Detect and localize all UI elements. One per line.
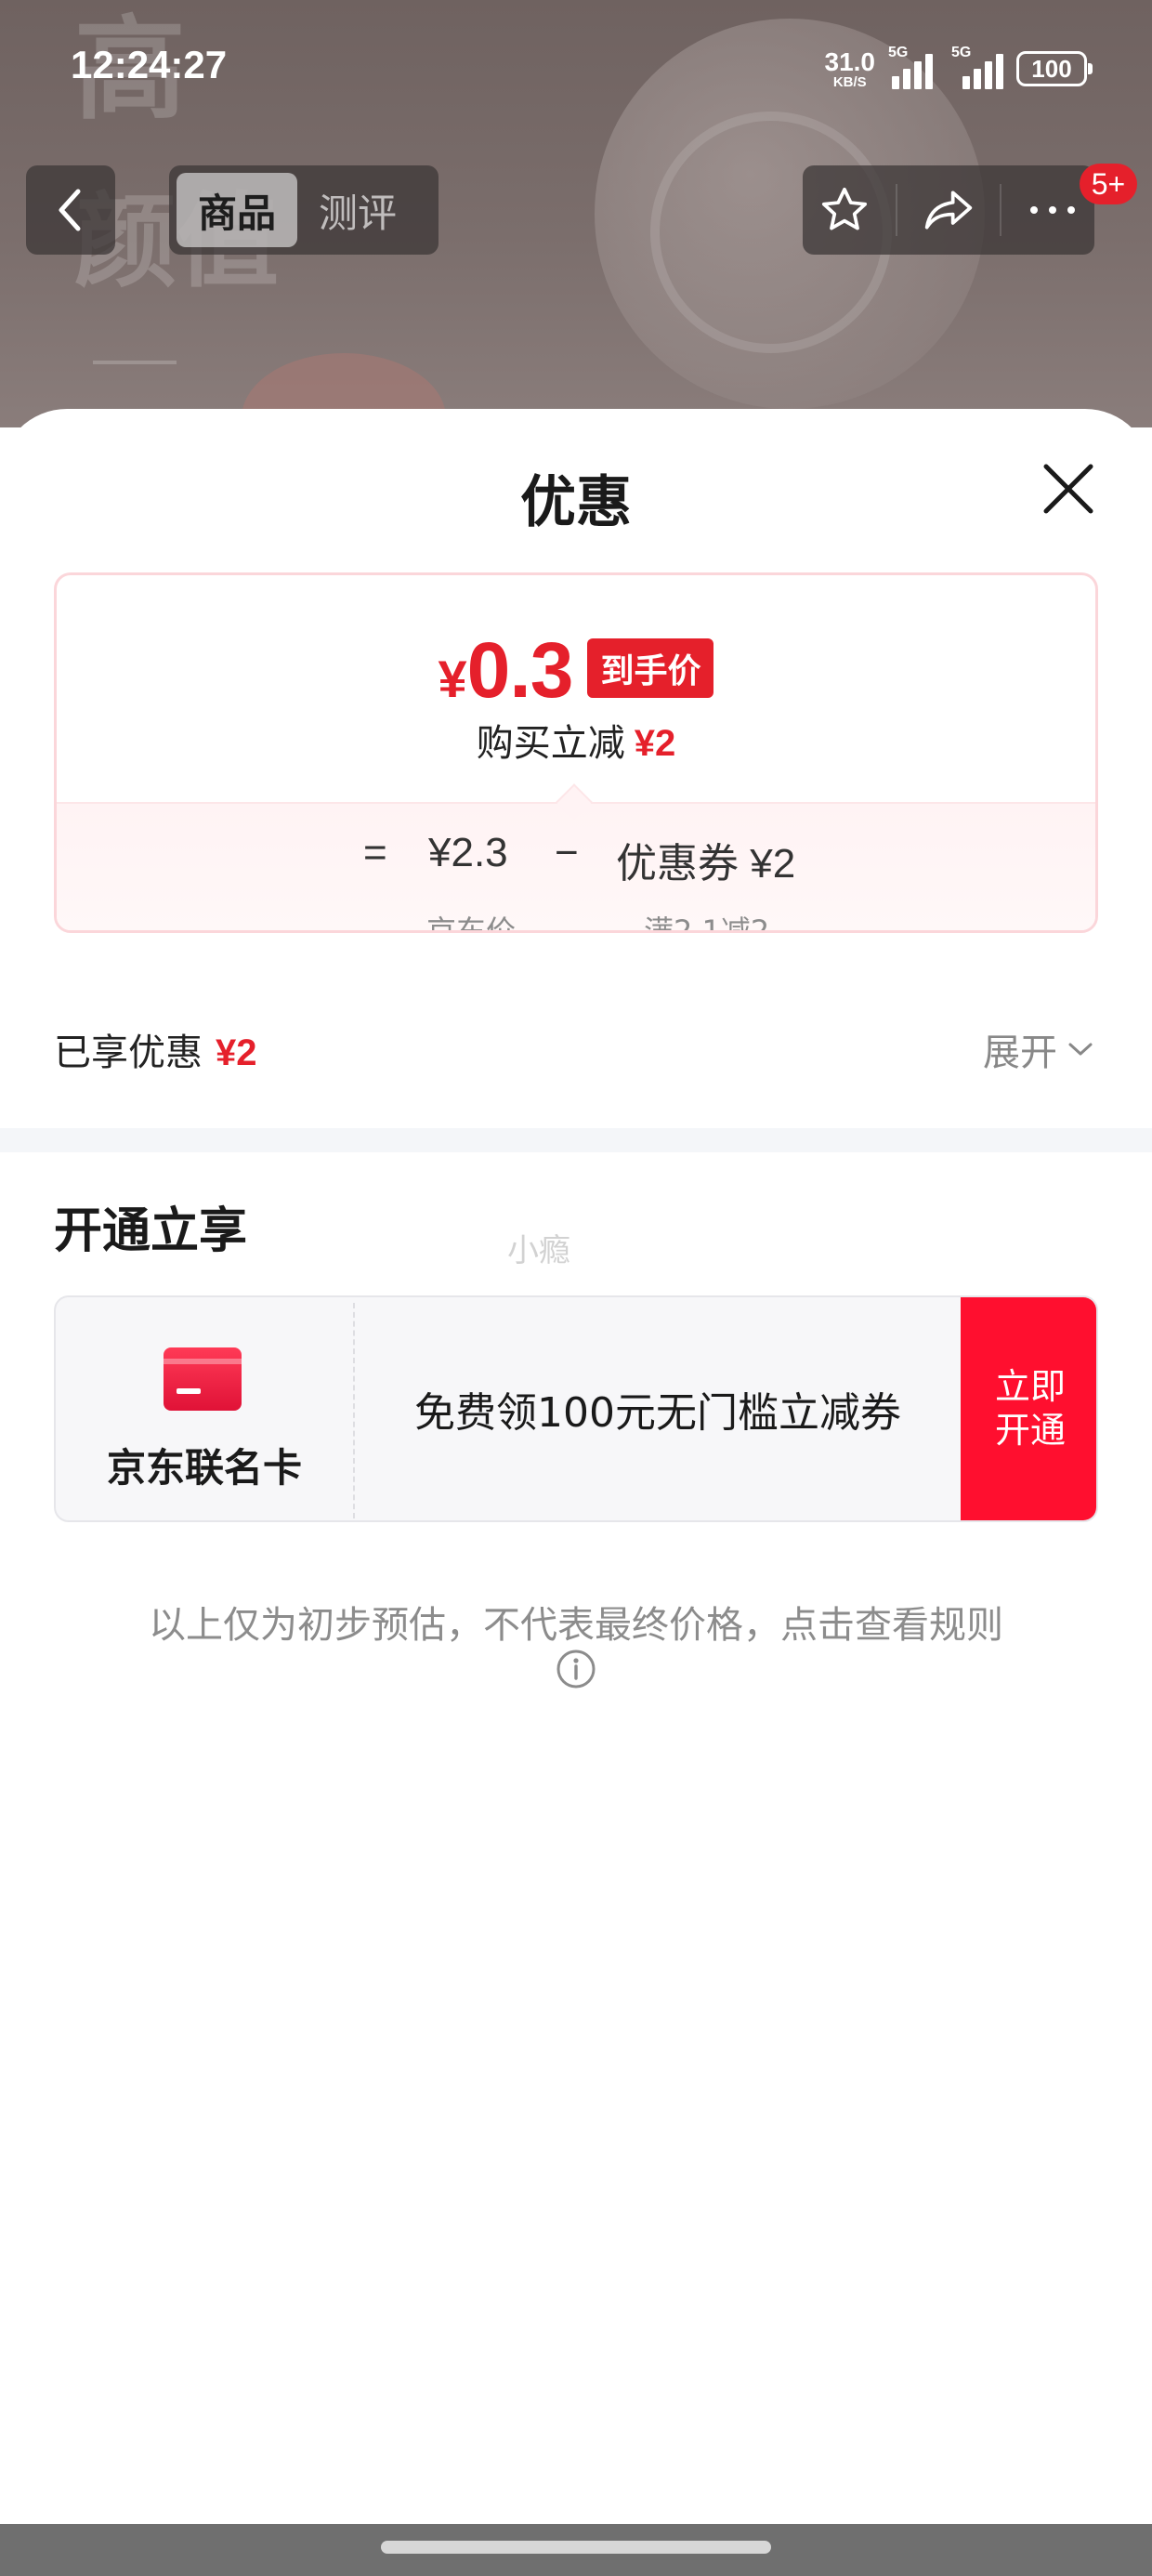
info-icon[interactable] <box>556 1649 596 1689</box>
final-price-section: ¥0.3 到手价 购买立减 ¥2 <box>57 575 1095 802</box>
favorite-button[interactable] <box>812 177 877 243</box>
formula-minus: − <box>555 830 579 875</box>
network-speed-value: 31.0 <box>824 46 876 76</box>
nav-separator <box>896 184 897 236</box>
reduction-label: 购买立减 <box>476 722 625 765</box>
network-speed: 31.0 KB/S <box>824 46 876 90</box>
co-branded-card-offer[interactable]: 京东联名卡 免费领100元无门槛立减券 立即 开通 <box>54 1295 1098 1522</box>
enjoyed-discount-label: 已享优惠 <box>54 1032 203 1074</box>
credit-card-icon <box>164 1347 242 1411</box>
discount-sheet: 优惠 ¥0.3 到手价 购买立减 ¥2 = ¥2.3 − 优惠券 ¥2 京东价 … <box>0 409 1152 2576</box>
final-price-value: 0.3 <box>466 626 574 714</box>
battery-icon: 100 <box>1016 51 1093 86</box>
nav-actions <box>803 165 1094 255</box>
star-icon <box>821 187 868 230</box>
status-bar: 12:24:27 31.0 KB/S 5G 5G 100 <box>0 0 1152 139</box>
more-button[interactable] <box>1020 177 1085 243</box>
price-disclaimer-link[interactable]: 以上仅为初步预估，不代表最终价格，点击查看规则 <box>0 1595 1152 1649</box>
section-divider <box>0 1128 1152 1152</box>
price-formula-section: = ¥2.3 − 优惠券 ¥2 京东价 满2.1减2 <box>57 802 1095 933</box>
signal-label: 5G <box>951 45 972 60</box>
expand-label: 展开 <box>983 1032 1057 1074</box>
formula-equals: = <box>363 830 387 875</box>
tab-product[interactable]: 商品 <box>177 173 297 247</box>
final-price: ¥0.3 <box>438 631 574 709</box>
final-price-row: ¥0.3 到手价 <box>57 631 1095 709</box>
signal-label: 5G <box>888 45 909 60</box>
activate-button-line2: 开通 <box>994 1410 1066 1451</box>
chevron-down-icon <box>1068 1043 1093 1056</box>
product-tabs: 商品 测评 <box>169 165 439 255</box>
close-icon[interactable] <box>1039 459 1098 519</box>
jd-price-label: 京东价 <box>426 913 517 933</box>
signal-icon: 5G <box>946 45 1003 89</box>
back-button[interactable] <box>26 165 115 255</box>
card-name: 京东联名卡 <box>106 1445 302 1491</box>
currency-symbol: ¥ <box>438 650 467 708</box>
enjoyed-discount-amount: ¥2 <box>216 1032 257 1073</box>
price-breakdown-card: ¥0.3 到手价 购买立减 ¥2 = ¥2.3 − 优惠券 ¥2 京东价 满2.1… <box>54 572 1098 933</box>
chevron-left-icon <box>59 189 81 231</box>
share-icon <box>924 191 973 230</box>
enjoyed-discount: 已享优惠 ¥2 <box>54 1022 257 1076</box>
card-benefit: 免费领100元无门槛立减券 <box>414 1389 901 1437</box>
more-icon <box>1030 206 1075 214</box>
network-speed-unit: KB/S <box>832 73 867 90</box>
share-button[interactable] <box>916 177 981 243</box>
price-formula: = ¥2.3 − 优惠券 ¥2 <box>57 830 1095 887</box>
coupon-condition: 满2.1减2 <box>644 913 770 933</box>
home-indicator[interactable] <box>381 2541 771 2554</box>
sheet-title: 优惠 <box>520 470 632 535</box>
app-root: 高 颜值 12:24:27 31.0 KB/S 5G 5G <box>0 0 1152 2576</box>
nav-separator <box>1000 184 1001 236</box>
card-brand: 京东联名卡 <box>56 1297 353 1520</box>
reduction-amount: ¥2 <box>634 723 676 764</box>
expand-button[interactable]: 展开 <box>983 1022 1094 1076</box>
battery-level: 100 <box>1031 54 1072 83</box>
activate-button[interactable]: 立即 开通 <box>961 1297 1096 1520</box>
activate-button-line1: 立即 <box>994 1365 1066 1407</box>
product-image-line <box>93 361 177 364</box>
purchase-reduction: 购买立减 ¥2 <box>57 713 1095 767</box>
section-title-membership: 开通立享 <box>54 1203 248 1259</box>
final-price-tag: 到手价 <box>587 638 714 698</box>
jd-price-value: ¥2.3 <box>428 830 508 875</box>
coupon-value: 优惠券 ¥2 <box>616 841 796 887</box>
status-time: 12:24:27 <box>71 43 228 86</box>
tab-review[interactable]: 测评 <box>297 173 418 247</box>
message-count-badge: 5+ <box>1080 164 1137 204</box>
watermark: 小瘾 <box>507 1232 570 1269</box>
status-indicators: 31.0 KB/S 5G 5G 100 <box>824 43 1093 95</box>
signal-icon: 5G <box>888 45 933 89</box>
